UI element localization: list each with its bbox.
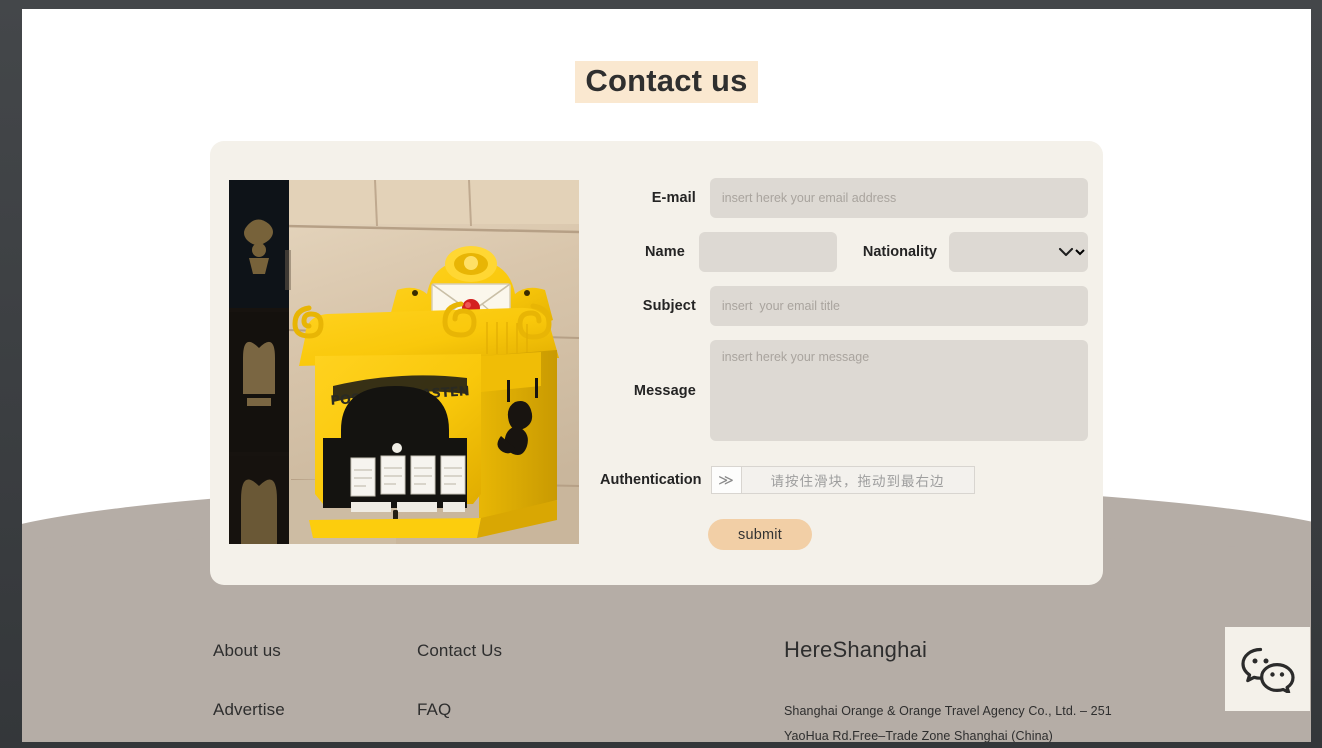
name-label: Name: [644, 244, 685, 260]
footer-link-contact-us[interactable]: Contact Us: [417, 641, 627, 661]
wechat-widget[interactable]: [1225, 627, 1310, 711]
footer-link-about-us[interactable]: About us: [213, 641, 423, 661]
footer: About us Advertise Contact Us FAQ HereSh…: [22, 605, 1311, 742]
form-row-subject: Subject: [600, 286, 1088, 326]
form-row-message: Message: [600, 340, 1088, 441]
message-label: Message: [633, 382, 696, 399]
brand-name: HereShanghai: [784, 637, 928, 662]
name-input[interactable]: [698, 232, 837, 272]
page-content: Contact us About us Advertise Contact Us…: [22, 9, 1311, 742]
address-line-2: YaoHua Rd.Free–Trade Zone Shanghai (Chin…: [784, 729, 1053, 742]
footer-links-column-1: About us Advertise: [213, 641, 423, 742]
mailbox-photo: POSTBRIEFKASTEN: [229, 180, 579, 544]
window-frame: Contact us About us Advertise Contact Us…: [0, 0, 1322, 748]
form-row-authentication: Authentication ≫ 请按住滑块，拖动到最右边: [600, 466, 1088, 494]
address-line-1: Shanghai Orange & Orange Travel Agency C…: [784, 704, 1112, 718]
slider-handle-icon[interactable]: ≫: [711, 467, 742, 493]
form-row-name-nationality: Name Nationality: [600, 232, 1088, 272]
wechat-icon: [1240, 645, 1295, 693]
nationality-select[interactable]: [949, 232, 1088, 272]
contact-form: E-mail Name Nationality: [600, 178, 1088, 550]
authentication-label: Authentication: [600, 472, 702, 488]
captcha-slider[interactable]: ≫ 请按住滑块，拖动到最右边: [710, 466, 975, 494]
footer-link-advertise[interactable]: Advertise: [213, 700, 423, 720]
page-title: Contact us: [575, 61, 758, 104]
footer-links-column-2: Contact Us FAQ: [417, 641, 627, 742]
email-label: E-mail: [651, 190, 696, 206]
contact-card: POSTBRIEFKASTEN: [210, 141, 1103, 585]
nationality-select-wrapper[interactable]: [949, 232, 1088, 272]
slider-hint-text: 请按住滑块，拖动到最右边: [770, 474, 945, 489]
form-row-email: E-mail: [600, 178, 1088, 218]
footer-brand-column: HereShanghai Shanghai Orange & Orange Tr…: [784, 637, 1204, 742]
company-address: Shanghai Orange & Orange Travel Agency C…: [784, 699, 1204, 742]
subject-label: Subject: [642, 298, 696, 314]
nationality-label: Nationality: [862, 244, 937, 260]
page-title-container: Contact us: [22, 61, 1311, 104]
submit-row: submit: [600, 519, 1088, 550]
email-input[interactable]: [709, 178, 1088, 218]
message-textarea[interactable]: [709, 340, 1088, 441]
footer-link-faq[interactable]: FAQ: [417, 700, 627, 720]
subject-input[interactable]: [709, 286, 1088, 326]
submit-button[interactable]: submit: [708, 519, 812, 550]
